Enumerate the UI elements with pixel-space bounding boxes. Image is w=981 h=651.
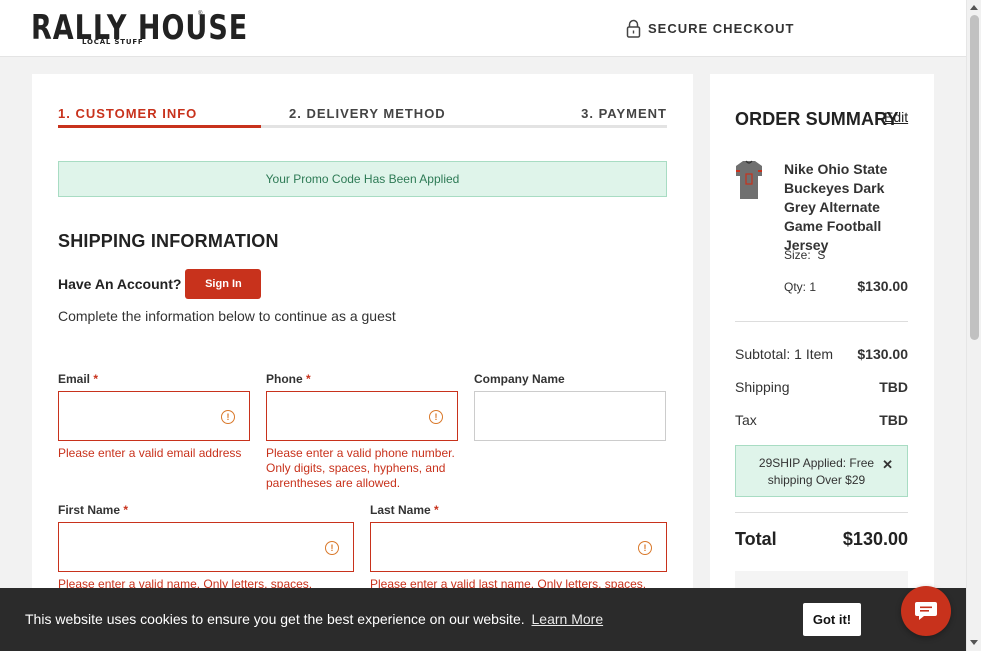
error-icon: !	[638, 541, 652, 555]
promo-applied-banner: Your Promo Code Has Been Applied	[58, 161, 667, 197]
company-name-field[interactable]	[474, 391, 666, 441]
email-field-group: Email * ! Please enter a valid email add…	[58, 372, 250, 461]
phone-field[interactable]: !	[266, 391, 458, 441]
sign-in-button[interactable]: Sign In	[185, 269, 262, 299]
error-icon: !	[221, 410, 235, 424]
last-name-label: Last Name *	[370, 503, 439, 517]
subtotal-row: Subtotal: 1 Item $130.00	[735, 346, 908, 362]
account-prompt-row: Have An Account? Sign In	[58, 269, 262, 299]
tax-row: Tax TBD	[735, 412, 908, 428]
lock-icon	[626, 19, 641, 38]
scroll-up-arrow[interactable]	[970, 5, 978, 10]
guest-instructions: Complete the information below to contin…	[58, 308, 396, 324]
shipping-promo-text: 29SHIP Applied: Free shipping Over $29	[758, 456, 875, 487]
company-label: Company Name	[474, 372, 565, 386]
page-scrollbar[interactable]	[966, 0, 981, 651]
product-price: $130.00	[857, 278, 908, 294]
remove-promo-icon[interactable]: ✕	[882, 456, 893, 473]
first-name-label: First Name *	[58, 503, 129, 517]
order-summary: ORDER SUMMARY Edit Nike Ohio State Bucke…	[710, 74, 934, 634]
tax-label: Tax	[735, 412, 757, 428]
cookie-message: This website uses cookies to ensure you …	[25, 611, 604, 627]
error-icon: !	[429, 410, 443, 424]
rally-house-logo[interactable]: RALLY HOUSE ® LOCAL STUFF	[31, 9, 247, 49]
shipping-info-title: SHIPPING INFORMATION	[58, 231, 279, 251]
chat-bubble-icon	[915, 602, 937, 620]
first-name-field-group: First Name * ! Please enter a valid name…	[58, 503, 354, 592]
site-header: RALLY HOUSE ® LOCAL STUFF SECURE CHECKOU…	[0, 0, 966, 57]
scroll-thumb[interactable]	[970, 15, 979, 340]
last-name-field[interactable]: !	[370, 522, 667, 572]
total-label: Total	[735, 529, 777, 549]
have-account-label: Have An Account?	[58, 276, 182, 292]
phone-field-group: Phone * ! Please enter a valid phone num…	[266, 372, 458, 491]
logo-trademark: ®	[198, 11, 203, 17]
phone-label: Phone *	[266, 372, 311, 386]
product-qty: Qty: 1	[784, 280, 817, 294]
secure-checkout-label: SECURE CHECKOUT	[648, 20, 795, 36]
email-label: Email *	[58, 372, 99, 386]
shipping-promo-badge: 29SHIP Applied: Free shipping Over $29 ✕	[735, 445, 908, 497]
edit-cart-link[interactable]: Edit	[884, 109, 908, 125]
total-value: $130.00	[842, 529, 908, 549]
cookie-consent-bar: This website uses cookies to ensure you …	[0, 588, 966, 651]
customer-info-card: 1. CUSTOMER INFO 2. DELIVERY METHOD 3. P…	[32, 74, 693, 634]
error-icon: !	[325, 541, 339, 555]
cookie-accept-button[interactable]: Got it!	[803, 603, 861, 636]
subtotal-label: Subtotal: 1 Item	[735, 346, 834, 362]
product-name[interactable]: Nike Ohio State Buckeyes Dark Grey Alter…	[784, 160, 914, 255]
first-name-field[interactable]: !	[58, 522, 354, 572]
tax-value: TBD	[879, 412, 908, 428]
email-error: Please enter a valid email address	[58, 446, 242, 460]
step-customer-info[interactable]: 1. CUSTOMER INFO	[58, 106, 197, 121]
shipping-label: Shipping	[735, 379, 790, 395]
scroll-down-arrow[interactable]	[970, 640, 978, 645]
shipping-row: Shipping TBD	[735, 379, 908, 395]
secure-checkout: SECURE CHECKOUT	[626, 18, 794, 38]
summary-divider	[735, 321, 908, 322]
email-field[interactable]: !	[58, 391, 250, 441]
phone-error: Please enter a valid phone number. Only …	[266, 446, 455, 490]
step-payment[interactable]: 3. PAYMENT	[581, 106, 667, 121]
step-progress-fill	[58, 125, 261, 128]
subtotal-value: $130.00	[857, 346, 908, 362]
jersey-thumbnail[interactable]	[735, 160, 763, 200]
last-name-field-group: Last Name * ! Please enter a valid last …	[370, 503, 667, 592]
logo-tagline: LOCAL STUFF	[82, 38, 144, 46]
total-row: Total $130.00	[735, 529, 908, 550]
company-field-group: Company Name	[474, 372, 666, 441]
product-size: Size: S	[784, 248, 826, 262]
chat-button[interactable]	[901, 586, 951, 636]
learn-more-link[interactable]: Learn More	[532, 611, 604, 627]
order-summary-title: ORDER SUMMARY	[735, 109, 899, 129]
step-delivery-method[interactable]: 2. DELIVERY METHOD	[289, 106, 446, 121]
summary-divider	[735, 512, 908, 513]
shipping-value: TBD	[879, 379, 908, 395]
